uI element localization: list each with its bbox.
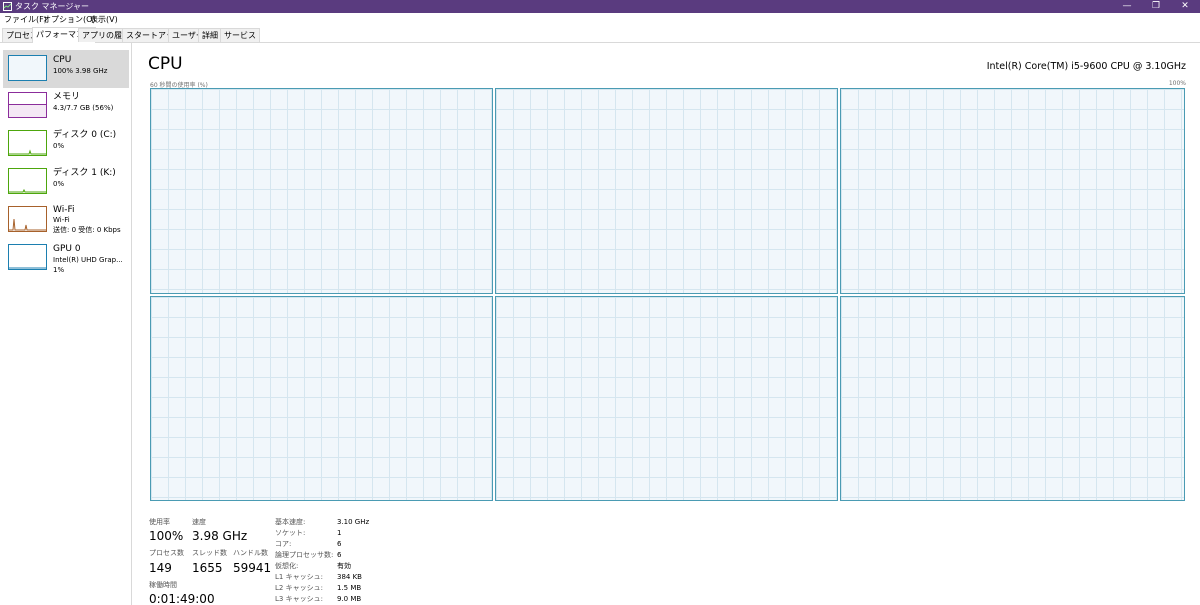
- l1-cache-label: L1 キャッシュ:: [275, 573, 323, 581]
- menu-view[interactable]: 表示(V): [90, 13, 118, 27]
- base-speed-label: 基本速度:: [275, 518, 306, 526]
- sockets-value: 1: [337, 529, 342, 537]
- tab-details[interactable]: 詳細: [198, 28, 222, 42]
- sidebar-item-disk-1[interactable]: ディスク 1 (K:) 0%: [3, 164, 129, 202]
- l2-cache-label: L2 キャッシュ:: [275, 584, 323, 592]
- menu-file[interactable]: ファイル(F): [4, 13, 47, 27]
- resource-sidebar: CPU 100% 3.98 GHz メモリ 4.3/7.7 GB (56%) デ…: [0, 43, 132, 605]
- cpu-thumbnail-graph: [8, 55, 47, 81]
- processes-label: プロセス数: [149, 549, 184, 557]
- cores-value: 6: [337, 540, 342, 548]
- sidebar-item-title: CPU: [53, 55, 72, 65]
- restore-button[interactable]: ❐: [1141, 0, 1171, 13]
- menu-bar: ファイル(F) オプション(O) 表示(V): [0, 13, 1200, 27]
- speed-label: 速度: [192, 518, 206, 526]
- virtualization-value: 有効: [337, 562, 351, 570]
- logical-processors-label: 論理プロセッサ数:: [275, 551, 334, 559]
- handles-value: 59941: [233, 561, 272, 575]
- graph-max-label: 100%: [1168, 80, 1186, 87]
- l2-cache-value: 1.5 MB: [337, 584, 362, 592]
- cores-label: コア:: [275, 540, 292, 548]
- l3-cache-label: L3 キャッシュ:: [275, 595, 323, 603]
- logical-processor-graph: [840, 88, 1185, 294]
- threads-value: 1655: [192, 561, 223, 575]
- sidebar-item-memory[interactable]: メモリ 4.3/7.7 GB (56%): [3, 88, 129, 126]
- tab-services[interactable]: サービス: [220, 28, 260, 42]
- sidebar-item-title: ディスク 1 (K:): [53, 168, 116, 178]
- speed-value: 3.98 GHz: [192, 529, 248, 543]
- task-manager-app-icon: [3, 2, 12, 11]
- usage-value: 100%: [149, 529, 184, 543]
- tab-bar: プロセス パフォーマンス アプリの履歴 スタートアップ ユーザー 詳細 サービス: [0, 27, 1200, 43]
- sidebar-item-subtitle: Wi-Fi: [53, 216, 70, 224]
- cpu-model-name: Intel(R) Core(TM) i5-9600 CPU @ 3.10GHz: [986, 61, 1186, 72]
- title-bar: タスク マネージャー — ❐ ✕: [0, 0, 1200, 13]
- sidebar-item-title: Wi-Fi: [53, 205, 75, 215]
- wifi-thumbnail-graph: [8, 206, 47, 232]
- sidebar-item-title: ディスク 0 (C:): [53, 130, 117, 140]
- sidebar-item-title: GPU 0: [53, 244, 81, 254]
- sidebar-item-wifi[interactable]: Wi-Fi Wi-Fi 送信: 0 受信: 0 Kbps: [3, 202, 129, 240]
- virtualization-label: 仮想化:: [275, 562, 299, 570]
- close-button[interactable]: ✕: [1170, 0, 1200, 13]
- sidebar-item-disk-0[interactable]: ディスク 0 (C:) 0%: [3, 126, 129, 164]
- sidebar-item-subtitle: 0%: [53, 142, 65, 150]
- uptime-label: 稼働時間: [149, 581, 177, 589]
- l3-cache-value: 9.0 MB: [337, 595, 362, 603]
- logical-processor-graph: [840, 296, 1185, 501]
- sidebar-item-subtitle: 4.3/7.7 GB (56%): [53, 104, 114, 112]
- sidebar-item-subtitle: 0%: [53, 180, 65, 188]
- logical-processor-graph: [150, 296, 493, 501]
- gpu-thumbnail-graph: [8, 244, 47, 270]
- sidebar-item-cpu[interactable]: CPU 100% 3.98 GHz: [3, 50, 129, 88]
- logical-processor-graph: [495, 88, 838, 294]
- threads-label: スレッド数: [192, 549, 227, 557]
- logical-processor-graph: [150, 88, 493, 294]
- sidebar-item-throughput: 送信: 0 受信: 0 Kbps: [53, 226, 121, 234]
- sidebar-item-subtitle: Intel(R) UHD Grap...: [53, 256, 123, 264]
- page-title: CPU: [148, 54, 183, 74]
- base-speed-value: 3.10 GHz: [337, 518, 370, 526]
- logical-processors-value: 6: [337, 551, 342, 559]
- sockets-label: ソケット:: [275, 529, 306, 537]
- logical-processor-graph: [495, 296, 838, 501]
- l1-cache-value: 384 KB: [337, 573, 362, 581]
- sidebar-item-title: メモリ: [53, 92, 81, 102]
- disk0-thumbnail-graph: [8, 130, 47, 156]
- handles-label: ハンドル数: [233, 549, 268, 557]
- uptime-value: 0:01:49:00: [149, 592, 215, 605]
- memory-thumbnail-graph: [8, 92, 47, 118]
- sidebar-item-gpu[interactable]: GPU 0 Intel(R) UHD Grap... 1%: [3, 240, 129, 278]
- menu-options[interactable]: オプション(O): [43, 13, 96, 27]
- processes-value: 149: [149, 561, 172, 575]
- disk1-thumbnail-graph: [8, 168, 47, 194]
- sidebar-item-usage: 1%: [53, 266, 65, 274]
- sidebar-item-subtitle: 100% 3.98 GHz: [53, 67, 108, 75]
- window-title: タスク マネージャー: [15, 2, 89, 11]
- usage-label: 使用率: [149, 518, 170, 526]
- minimize-button[interactable]: —: [1112, 0, 1142, 13]
- task-manager-window: タスク マネージャー — ❐ ✕ ファイル(F) オプション(O) 表示(V) …: [0, 0, 1200, 605]
